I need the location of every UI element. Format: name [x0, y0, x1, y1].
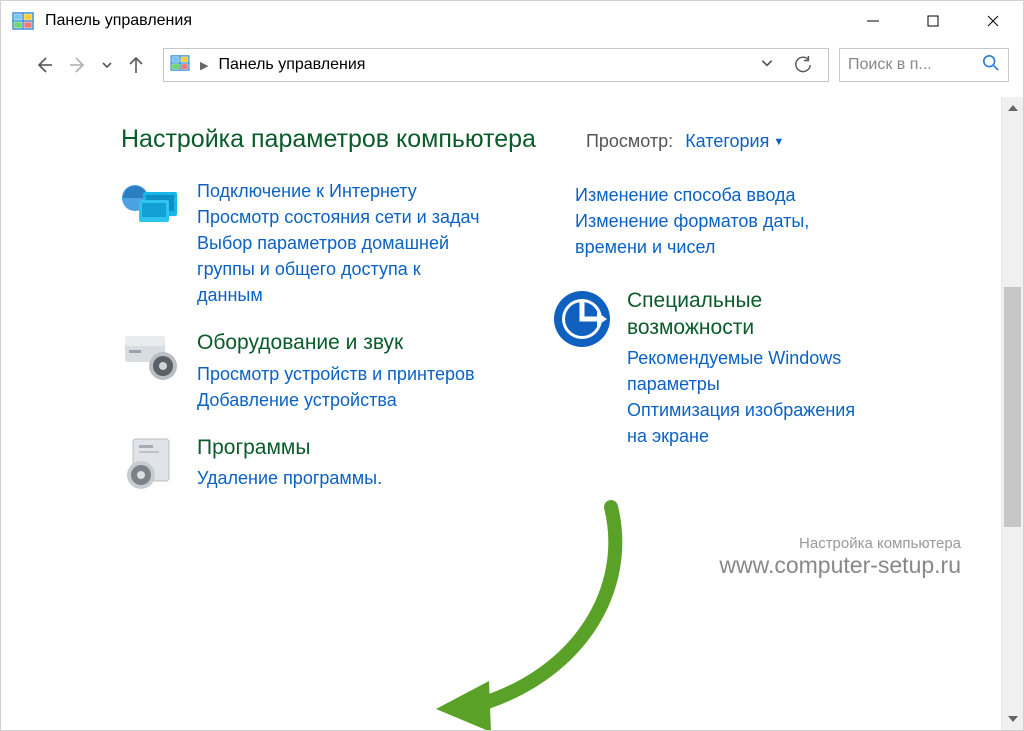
window-title: Панель управления	[45, 12, 192, 30]
link-change-input[interactable]: Изменение способа ввода	[575, 182, 871, 208]
search-box[interactable]	[839, 48, 1009, 82]
view-dropdown[interactable]: Категория ▼	[685, 131, 784, 152]
breadcrumb-separator-icon: ▶	[200, 59, 208, 72]
maximize-button[interactable]	[903, 1, 963, 41]
annotation-arrow-icon	[431, 497, 651, 730]
watermark-line1: Настройка компьютера	[719, 535, 961, 552]
address-chevron-icon[interactable]	[760, 55, 774, 75]
category-column-right: Изменение способа ввода Изменение формат…	[551, 188, 871, 519]
programs-icon	[121, 435, 183, 497]
ease-of-access-icon	[551, 288, 613, 350]
breadcrumb[interactable]: Панель управления	[218, 56, 365, 74]
hardware-icon	[121, 330, 183, 392]
address-icon	[170, 55, 190, 76]
watermark: Настройка компьютера www.computer-setup.…	[719, 535, 961, 579]
network-icon	[121, 178, 183, 240]
control-panel-icon	[11, 11, 35, 31]
category-title-hardware[interactable]: Оборудование и звук	[197, 330, 481, 356]
navigation-bar: ▶ Панель управления	[1, 41, 1023, 89]
link-devices-printers[interactable]: Просмотр устройств и принтеров	[197, 361, 481, 387]
category-programs: Программы Удаление программы.	[121, 435, 481, 497]
link-add-device[interactable]: Добавление устройства	[197, 387, 481, 413]
watermark-line2: www.computer-setup.ru	[719, 552, 961, 579]
recent-chevron-icon[interactable]	[99, 52, 115, 78]
window-controls	[843, 1, 1023, 41]
up-button[interactable]	[123, 52, 149, 78]
chevron-down-icon: ▼	[773, 136, 784, 148]
minimize-button[interactable]	[843, 1, 903, 41]
content-area: Настройка параметров компьютера Просмотр…	[1, 97, 1001, 730]
search-input[interactable]	[848, 56, 982, 74]
link-uninstall-program[interactable]: Удаление программы.	[197, 465, 481, 491]
titlebar: Панель управления	[1, 1, 1023, 41]
link-network-status[interactable]: Просмотр состояния сети и задач	[197, 204, 481, 230]
category-network: Подключение к Интернету Просмотр состоян…	[121, 178, 481, 308]
category-region: Изменение способа ввода Изменение формат…	[551, 182, 871, 260]
link-connect-internet[interactable]: Подключение к Интернету	[197, 178, 481, 204]
refresh-button[interactable]	[788, 50, 818, 80]
link-change-formats[interactable]: Изменение форматов даты, времени и чисел	[575, 208, 871, 260]
category-title-programs[interactable]: Программы	[197, 435, 481, 461]
vertical-scrollbar[interactable]	[1001, 97, 1023, 730]
scroll-up-icon[interactable]	[1002, 97, 1023, 119]
close-button[interactable]	[963, 1, 1023, 41]
page-heading: Настройка параметров компьютера	[121, 125, 536, 154]
link-recommended-settings[interactable]: Рекомендуемые Windows параметры	[627, 345, 871, 397]
forward-button[interactable]	[65, 52, 91, 78]
category-title-ease[interactable]: Специальные возможности	[627, 288, 871, 341]
search-icon[interactable]	[982, 54, 1000, 77]
link-optimize-display[interactable]: Оптимизация изображения на экране	[627, 397, 871, 449]
view-label: Просмотр:	[586, 131, 673, 152]
category-column-left: Подключение к Интернету Просмотр состоян…	[121, 188, 481, 519]
back-button[interactable]	[31, 52, 57, 78]
category-hardware: Оборудование и звук Просмотр устройств и…	[121, 330, 481, 412]
link-homegroup-sharing[interactable]: Выбор параметров домашней группы и общег…	[197, 230, 481, 308]
scroll-thumb[interactable]	[1004, 287, 1021, 527]
scroll-down-icon[interactable]	[1002, 708, 1023, 730]
address-bar[interactable]: ▶ Панель управления	[163, 48, 829, 82]
category-ease-of-access: Специальные возможности Рекомендуемые Wi…	[551, 288, 871, 449]
view-value-text: Категория	[685, 131, 769, 151]
